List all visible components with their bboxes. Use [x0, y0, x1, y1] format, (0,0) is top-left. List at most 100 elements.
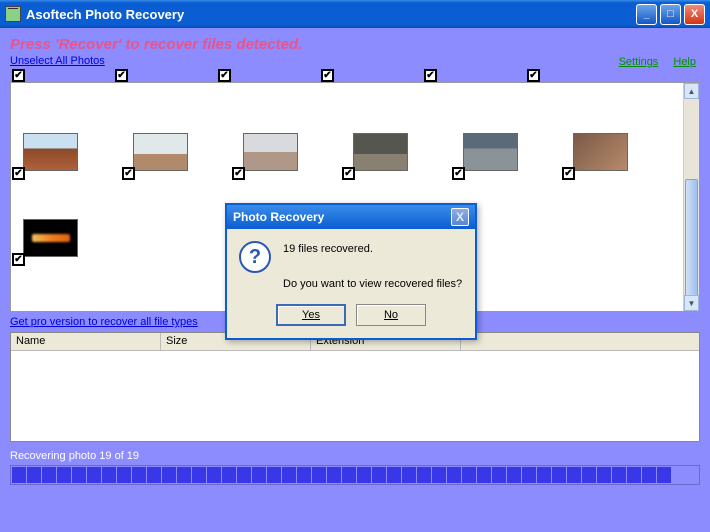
question-icon: ?	[239, 241, 271, 273]
thumbnail-scrollbar[interactable]: ▲ ▼	[683, 83, 699, 311]
progress-segment	[582, 467, 596, 483]
top-links: Settings Help	[607, 56, 696, 68]
progress-segment	[162, 467, 176, 483]
header-checkbox[interactable]: ✔	[321, 69, 334, 82]
scroll-down-icon[interactable]: ▼	[684, 295, 699, 311]
thumbnail-row: ✔ ✔ ✔ ✔ ✔ ✔	[11, 83, 699, 171]
progress-segment	[522, 467, 536, 483]
dialog-line1: 19 files recovered.	[283, 241, 462, 259]
progress-segment	[402, 467, 416, 483]
dialog-titlebar: Photo Recovery X	[227, 205, 475, 229]
progress-segment	[657, 467, 671, 483]
progress-segment	[327, 467, 341, 483]
col-name[interactable]: Name	[11, 333, 161, 350]
col-empty	[461, 333, 699, 350]
thumbnail-checkbox[interactable]: ✔	[562, 167, 575, 180]
header-checkbox[interactable]: ✔	[12, 69, 25, 82]
progress-segment	[477, 467, 491, 483]
photo-thumbnail[interactable]: ✔	[463, 133, 518, 171]
header-checkbox[interactable]: ✔	[218, 69, 231, 82]
thumbnail-checkbox[interactable]: ✔	[122, 167, 135, 180]
progress-segment	[282, 467, 296, 483]
scroll-handle[interactable]	[685, 179, 698, 299]
progress-segment	[567, 467, 581, 483]
progress-segment	[147, 467, 161, 483]
window-controls: _ □ X	[636, 4, 705, 25]
status-text: Recovering photo 19 of 19	[10, 450, 700, 462]
progress-segment	[312, 467, 326, 483]
progress-segment	[372, 467, 386, 483]
progress-segment	[342, 467, 356, 483]
progress-segment	[387, 467, 401, 483]
thumbnail-checkbox[interactable]: ✔	[232, 167, 245, 180]
progress-segment	[102, 467, 116, 483]
pro-version-link[interactable]: Get pro version to recover all file type…	[10, 316, 198, 328]
progress-segment	[72, 467, 86, 483]
progress-segment	[267, 467, 281, 483]
progress-bar	[10, 465, 700, 485]
progress-segment	[492, 467, 506, 483]
header-checkbox[interactable]: ✔	[527, 69, 540, 82]
titlebar: Asoftech Photo Recovery _ □ X	[0, 0, 710, 28]
photo-thumbnail[interactable]: ✔	[353, 133, 408, 171]
unselect-all-link[interactable]: Unselect All Photos	[10, 55, 105, 67]
help-link[interactable]: Help	[673, 56, 696, 68]
scroll-up-icon[interactable]: ▲	[684, 83, 699, 99]
progress-segment	[237, 467, 251, 483]
thumbnail-checkbox[interactable]: ✔	[12, 253, 25, 266]
photo-thumbnail[interactable]: ✔	[23, 133, 78, 171]
progress-segment	[42, 467, 56, 483]
dialog-text: 19 files recovered. Do you want to view …	[283, 241, 462, 294]
progress-segment	[57, 467, 71, 483]
close-button[interactable]: X	[684, 4, 705, 25]
progress-segment	[537, 467, 551, 483]
progress-segment	[297, 467, 311, 483]
header-checkbox[interactable]: ✔	[115, 69, 128, 82]
progress-segment	[207, 467, 221, 483]
progress-segment	[357, 467, 371, 483]
progress-segment	[132, 467, 146, 483]
header-checkbox-row: ✔ ✔ ✔ ✔ ✔ ✔	[10, 67, 700, 82]
header-checkbox[interactable]: ✔	[424, 69, 437, 82]
photo-thumbnail[interactable]: ✔	[573, 133, 628, 171]
dialog-line2: Do you want to view recovered files?	[283, 276, 462, 294]
progress-segment	[192, 467, 206, 483]
photo-thumbnail[interactable]: ✔	[133, 133, 188, 171]
progress-segment	[177, 467, 191, 483]
dialog-close-button[interactable]: X	[451, 208, 469, 226]
window-title: Asoftech Photo Recovery	[26, 7, 184, 22]
progress-segment	[27, 467, 41, 483]
dialog-body: ? 19 files recovered. Do you want to vie…	[227, 229, 475, 304]
progress-segment	[462, 467, 476, 483]
app-icon	[5, 6, 21, 22]
recovery-dialog: Photo Recovery X ? 19 files recovered. D…	[225, 203, 477, 340]
yes-button[interactable]: Yes	[276, 304, 346, 326]
file-table: Name Size Extension	[10, 332, 700, 442]
progress-segment	[12, 467, 26, 483]
progress-segment	[432, 467, 446, 483]
progress-segment	[597, 467, 611, 483]
scroll-track[interactable]	[684, 99, 699, 295]
progress-segment	[507, 467, 521, 483]
progress-segment	[87, 467, 101, 483]
thumbnail-checkbox[interactable]: ✔	[342, 167, 355, 180]
instruction-text: Press 'Recover' to recover files detecte…	[10, 36, 700, 53]
progress-segment	[552, 467, 566, 483]
thumbnail-checkbox[interactable]: ✔	[12, 167, 25, 180]
progress-segment	[612, 467, 626, 483]
progress-segment	[447, 467, 461, 483]
photo-thumbnail[interactable]: ✔	[23, 219, 78, 257]
maximize-button[interactable]: □	[660, 4, 681, 25]
dialog-buttons: Yes No	[227, 304, 475, 338]
settings-link[interactable]: Settings	[619, 56, 659, 68]
progress-segment	[252, 467, 266, 483]
photo-thumbnail[interactable]: ✔	[243, 133, 298, 171]
progress-segment	[642, 467, 656, 483]
progress-segment	[417, 467, 431, 483]
thumbnail-checkbox[interactable]: ✔	[452, 167, 465, 180]
no-button[interactable]: No	[356, 304, 426, 326]
progress-segment	[627, 467, 641, 483]
dialog-title-text: Photo Recovery	[233, 210, 324, 224]
minimize-button[interactable]: _	[636, 4, 657, 25]
progress-segment	[222, 467, 236, 483]
